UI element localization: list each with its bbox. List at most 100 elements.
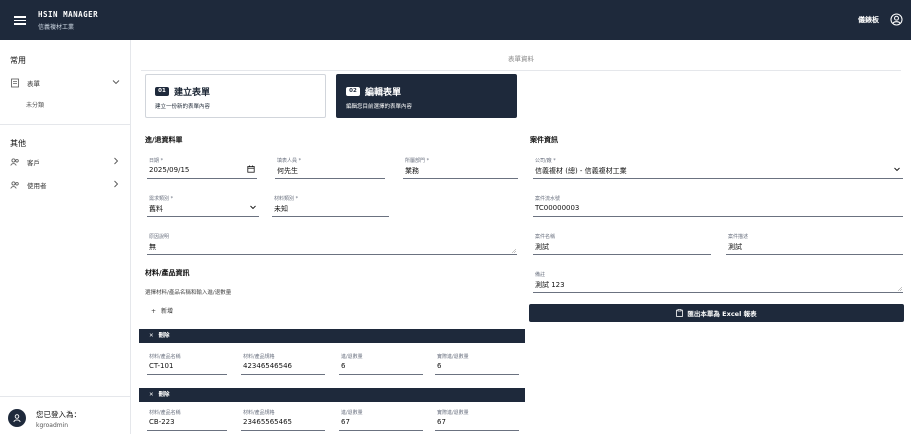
field-label: 需求類別 * (149, 196, 174, 202)
category-select[interactable]: 需求類別 * 舊料 (147, 195, 259, 217)
step-title: 編輯表單 (365, 88, 402, 98)
case-name-field[interactable]: 案件名稱 測試 (533, 233, 711, 255)
clipboard-icon (676, 309, 684, 317)
delete-material-button[interactable]: ✕ 刪除 (139, 329, 525, 343)
material-type-field[interactable]: 材料類別 * 未知 (272, 195, 389, 217)
field-value: CT-101 (149, 362, 174, 370)
material-name-field[interactable]: 材料/產品名稱 CB-223 (147, 409, 227, 431)
step-edit-form[interactable]: 02 編輯表單 編輯您目前選擇的表單內容 (336, 74, 517, 118)
sidebar-item-label: 表單 (27, 80, 40, 88)
field-label: 案件流水號 (535, 196, 561, 202)
field-value: 業務 (405, 167, 419, 175)
plus-icon: + (151, 308, 157, 315)
document-icon (11, 78, 19, 88)
people-icon (10, 181, 19, 189)
actual-quantity-field[interactable]: 實際進/退數量 67 (435, 409, 519, 431)
chevron-down-icon[interactable] (112, 78, 120, 86)
field-value: 42346546546 (243, 362, 292, 370)
main-content: 表單資料 01 建立表單 建立一份新的表單內容 02 編輯表單 編輯您目前選擇的… (131, 40, 911, 434)
account-icon[interactable] (890, 13, 903, 26)
filler-field[interactable]: 填表人員 * 何先生 (275, 157, 385, 179)
sidebar-item-users[interactable]: 使用者 (10, 178, 122, 192)
quantity-field[interactable]: 進/退數量 67 (339, 409, 423, 431)
resize-handle-icon[interactable] (897, 286, 902, 291)
field-label: 所屬部門 * (405, 158, 430, 164)
field-value: 6 (341, 362, 346, 370)
user-icon (13, 414, 21, 423)
quantity-field[interactable]: 進/退數量 6 (339, 353, 423, 375)
menu-icon[interactable] (14, 14, 26, 26)
sidebar-group-other: 其他 (10, 139, 26, 148)
field-value: 測試 (535, 243, 549, 251)
field-label: 材料/產品名稱 (149, 354, 181, 360)
chevron-down-icon[interactable] (249, 203, 257, 211)
avatar (8, 409, 26, 427)
sidebar-item-customers[interactable]: 客戶 (10, 155, 122, 169)
field-value: 67 (437, 418, 446, 426)
department-field[interactable]: 所屬部門 * 業務 (403, 157, 518, 179)
calendar-icon[interactable] (247, 165, 255, 173)
delete-label: 刪除 (158, 392, 170, 398)
field-value: 信義複材 (總) - 信義複材工業 (535, 167, 627, 175)
chevron-down-icon[interactable] (893, 165, 901, 173)
material-name-field[interactable]: 材料/產品名稱 CT-101 (147, 353, 227, 375)
close-icon: ✕ (149, 392, 154, 398)
step-description: 建立一份新的表單內容 (155, 104, 211, 110)
field-label: 材料類別 * (274, 196, 299, 202)
add-material-button[interactable]: + 新增 (151, 306, 173, 315)
add-label: 新增 (160, 308, 173, 315)
sidebar: 常用 表單 未分類 其他 客戶 使用者 您已登入為： kgroadmin (0, 40, 131, 434)
materials-hint: 選擇材料/產品名稱和輸入進/退數量 (145, 290, 232, 296)
section-title-materials: 材料/產品資訊 (145, 269, 190, 277)
field-label: 材料/產品規格 (243, 410, 275, 416)
field-label: 案件描述 (728, 234, 749, 240)
field-value: TC00000003 (535, 204, 580, 212)
delete-label: 刪除 (158, 333, 170, 339)
section-title-case-info: 案件資訊 (530, 136, 558, 144)
sidebar-item-label: 客戶 (27, 159, 40, 167)
dashboard-link[interactable]: 儀錶板 (858, 15, 879, 25)
chevron-right-icon[interactable] (112, 180, 120, 188)
step-number: 02 (346, 87, 360, 96)
export-label: 匯出本單為 Excel 報表 (687, 310, 757, 318)
field-value: 測試 (728, 243, 742, 251)
field-value: 2025/09/15 (149, 166, 190, 174)
date-field[interactable]: 日期 * 2025/09/15 (147, 157, 257, 179)
page-title: 表單資料 (508, 55, 534, 63)
field-value: 67 (341, 418, 350, 426)
field-label: 材料/產品規格 (243, 354, 275, 360)
material-spec-field[interactable]: 材料/產品規格 23465565465 (241, 409, 325, 431)
field-value: 6 (437, 362, 442, 370)
step-create-form[interactable]: 01 建立表單 建立一份新的表單內容 (145, 74, 326, 118)
field-label: 進/退數量 (341, 354, 363, 360)
field-label: 材料/產品名稱 (149, 410, 181, 416)
close-icon: ✕ (149, 333, 154, 339)
divider (141, 70, 901, 71)
sidebar-subitem-uncategorized[interactable]: 未分類 (26, 100, 44, 109)
delete-material-button[interactable]: ✕ 刪除 (139, 388, 525, 402)
company-select[interactable]: 公司/廠 * 信義複材 (總) - 信義複材工業 (533, 157, 903, 179)
chevron-right-icon[interactable] (112, 157, 120, 165)
field-value: CB-223 (149, 418, 175, 426)
note-textarea[interactable]: 原因說明 無 (147, 233, 517, 255)
login-label: 您已登入為： (36, 410, 81, 419)
step-description: 編輯您目前選擇的表單內容 (346, 104, 413, 110)
case-description-field[interactable]: 案件描述 測試 (726, 233, 903, 255)
remark-textarea[interactable]: 備註 測試 123 (533, 271, 903, 293)
step-number: 01 (155, 87, 169, 96)
export-excel-button[interactable]: 匯出本單為 Excel 報表 (529, 304, 904, 322)
sidebar-divider (0, 396, 131, 397)
sidebar-group-common: 常用 (10, 56, 26, 65)
case-number-field[interactable]: 案件流水號 TC00000003 (533, 195, 903, 217)
actual-quantity-field[interactable]: 實際進/退數量 6 (435, 353, 519, 375)
field-value: 無 (149, 243, 156, 251)
field-label: 實際進/退數量 (437, 410, 469, 416)
section-title-return-form: 進/退資料單 (145, 136, 183, 144)
top-bar: HSIN MANAGER 信義複材工業 儀錶板 (0, 0, 911, 40)
resize-handle-icon[interactable] (511, 248, 516, 253)
sidebar-item-forms[interactable]: 表單 (10, 76, 122, 90)
material-spec-field[interactable]: 材料/產品規格 42346546546 (241, 353, 325, 375)
field-label: 案件名稱 (535, 234, 556, 240)
app-title: HSIN MANAGER (38, 10, 99, 19)
step-title: 建立表單 (174, 88, 211, 98)
